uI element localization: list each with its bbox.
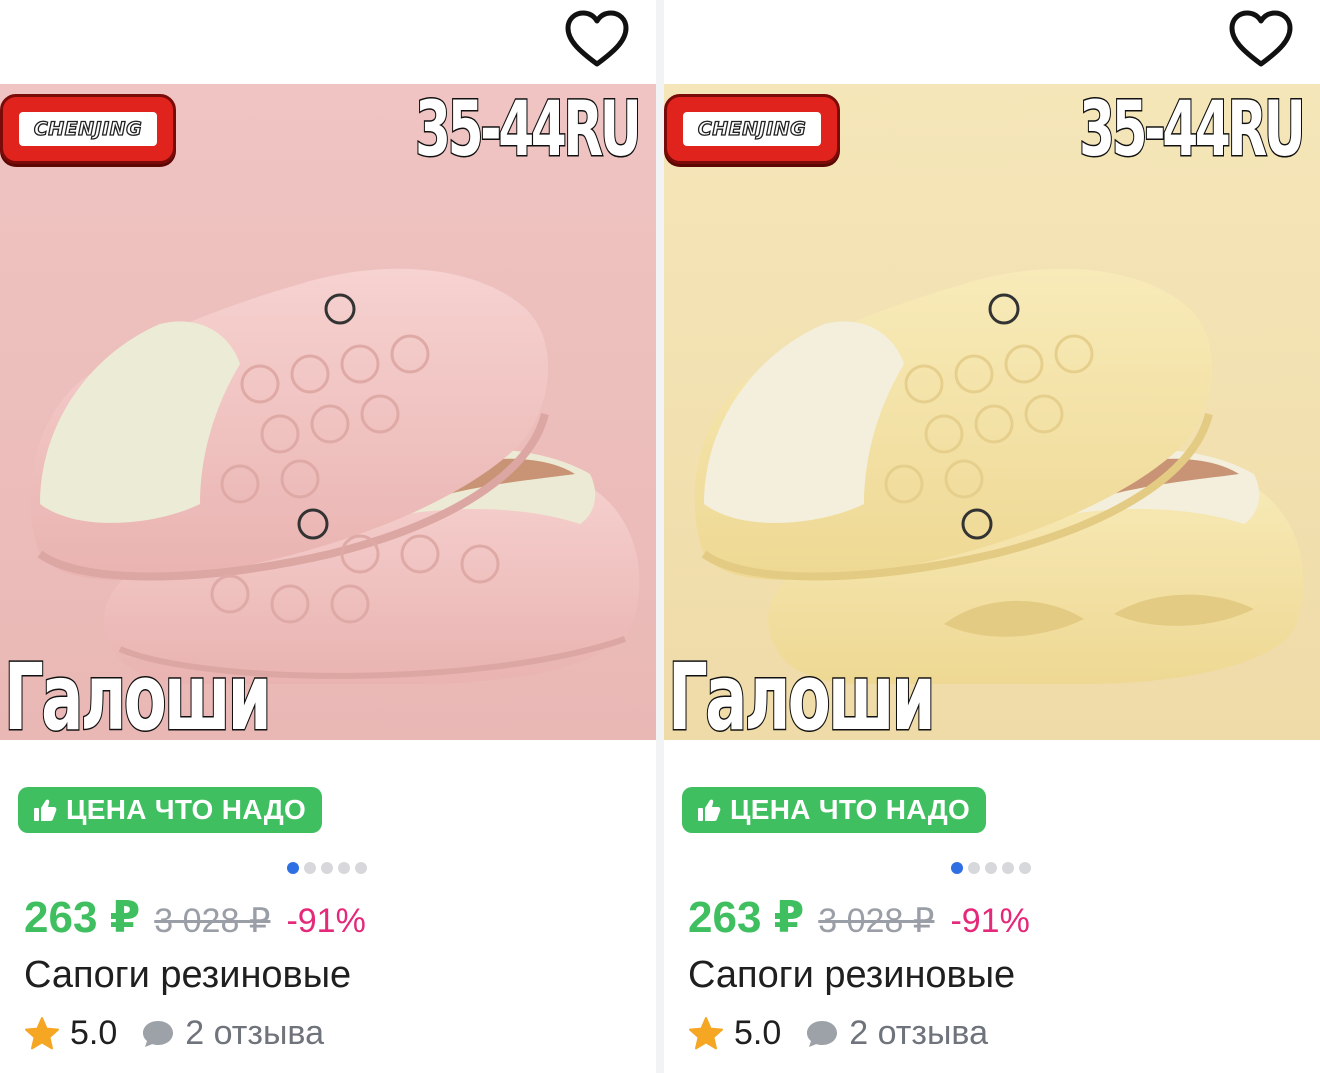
carousel-indicator [287, 862, 367, 874]
carousel-dot [304, 862, 316, 874]
brand-logo-text: CHENJING [19, 112, 157, 146]
product-photo [664, 84, 1320, 740]
brand-logo: CHENJING [0, 94, 176, 164]
chat-bubble-icon [143, 1020, 174, 1047]
rating-row: 5.0 2 отзыва [24, 1014, 324, 1053]
thumbs-up-icon [698, 799, 721, 821]
thumbs-up-icon [34, 799, 57, 821]
product-photo [0, 84, 656, 740]
product-image[interactable]: CHENJING 35-44RU Галоши [0, 84, 656, 740]
carousel-dot [355, 862, 367, 874]
carousel-dot [338, 862, 350, 874]
product-card[interactable]: CHENJING 35-44RU Галоши ЦЕНА ЧТО НАДО 26… [0, 0, 656, 1073]
rating-value: 5.0 [734, 1014, 782, 1052]
carousel-dot [1002, 862, 1014, 874]
carousel-dot [1019, 862, 1031, 874]
rating-value: 5.0 [70, 1014, 118, 1052]
brand-logo: CHENJING [664, 94, 840, 164]
favorite-button[interactable] [562, 6, 632, 72]
promo-label: ЦЕНА ЧТО НАДО [730, 794, 971, 825]
current-price: 263 ₽ [688, 893, 805, 942]
product-title[interactable]: Сапоги резиновые [24, 954, 351, 997]
size-range-label: 35-44RU [1078, 84, 1307, 175]
carousel-dot [321, 862, 333, 874]
image-caption: Галоши [667, 643, 937, 741]
old-price: 3 028 ₽ [154, 902, 271, 940]
product-card[interactable]: CHENJING 35-44RU Галоши ЦЕНА ЧТО НАДО 26… [664, 0, 1320, 1073]
image-caption: Галоши [3, 643, 273, 741]
product-image[interactable]: CHENJING 35-44RU Галоши [664, 84, 1320, 740]
discount-percent: -91% [950, 902, 1030, 940]
old-price: 3 028 ₽ [818, 902, 935, 940]
promo-badge: ЦЕНА ЧТО НАДО [682, 787, 987, 833]
brand-logo-text: CHENJING [683, 112, 821, 146]
rating-row: 5.0 2 отзыва [688, 1014, 988, 1053]
carousel-dot-active [951, 862, 963, 874]
promo-badge: ЦЕНА ЧТО НАДО [18, 787, 323, 833]
size-range-label: 35-44RU [414, 84, 643, 175]
carousel-dot [985, 862, 997, 874]
heart-outline-icon [565, 10, 629, 67]
star-icon [689, 1016, 723, 1049]
chat-bubble-icon [807, 1020, 838, 1047]
carousel-indicator [951, 862, 1031, 874]
promo-label: ЦЕНА ЧТО НАДО [66, 794, 307, 825]
favorite-button[interactable] [1226, 6, 1296, 72]
star-icon [25, 1016, 59, 1049]
carousel-dot-active [287, 862, 299, 874]
product-title[interactable]: Сапоги резиновые [688, 954, 1015, 997]
current-price: 263 ₽ [24, 893, 141, 942]
carousel-dot [968, 862, 980, 874]
reviews-count[interactable]: 2 отзыва [849, 1014, 988, 1053]
price-row: 263 ₽ 3 028 ₽ -91% [24, 892, 366, 943]
discount-percent: -91% [286, 902, 366, 940]
heart-outline-icon [1229, 10, 1293, 67]
reviews-count[interactable]: 2 отзыва [185, 1014, 324, 1053]
price-row: 263 ₽ 3 028 ₽ -91% [688, 892, 1030, 943]
